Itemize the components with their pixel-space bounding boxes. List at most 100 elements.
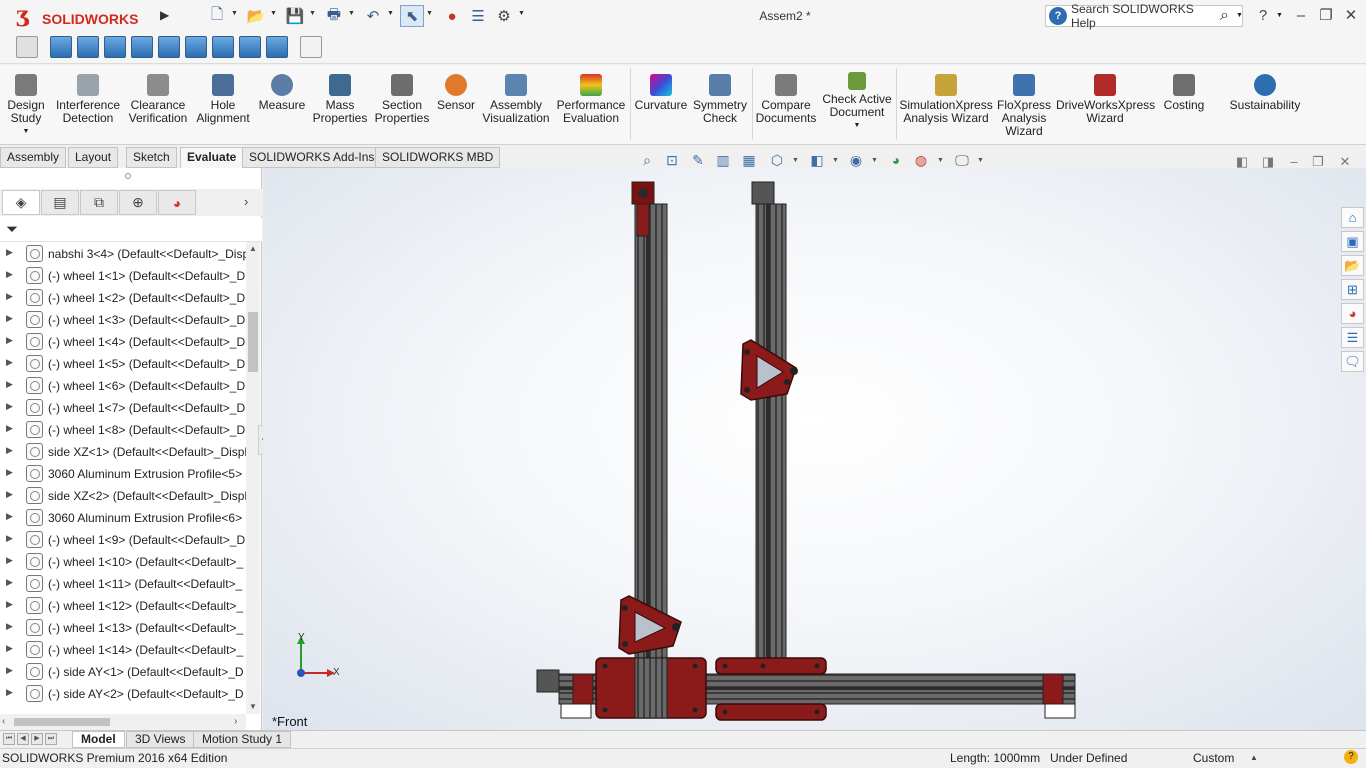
chevron-down-icon[interactable]: ▼ bbox=[1236, 12, 1243, 19]
tree-item[interactable]: ▶ (-) side AY<1> (Default<<Default>_D bbox=[0, 661, 246, 683]
sustainability-button[interactable]: Sustainability bbox=[1226, 72, 1304, 112]
costing-button[interactable]: Costing bbox=[1158, 72, 1210, 112]
tree-item[interactable]: ▶ (-) wheel 1<13> (Default<<Default>_ bbox=[0, 617, 246, 639]
close-icon[interactable]: ✕ bbox=[1340, 5, 1362, 27]
chevron-down-icon[interactable]: ▼ bbox=[348, 10, 356, 22]
isometric-view-icon[interactable] bbox=[212, 36, 234, 58]
chevron-down-icon[interactable]: ▼ bbox=[2, 125, 50, 138]
undo-icon[interactable]: ↶ bbox=[361, 5, 385, 27]
file-properties-icon[interactable]: ☰ bbox=[466, 5, 490, 27]
tree-item[interactable]: ▶ (-) wheel 1<5> (Default<<Default>_D bbox=[0, 353, 246, 375]
new-document-icon[interactable]: 🗋 bbox=[205, 5, 229, 27]
expand-arrow-icon[interactable]: ▶ bbox=[6, 269, 13, 280]
minimize-icon[interactable]: – bbox=[1290, 5, 1312, 27]
expand-arrow-icon[interactable]: ▶ bbox=[6, 489, 13, 500]
tree-item[interactable]: ▶ (-) wheel 1<2> (Default<<Default>_D bbox=[0, 287, 246, 309]
hole-alignment-button[interactable]: Hole Alignment bbox=[194, 72, 252, 125]
chevron-down-icon[interactable]: ▼ bbox=[871, 157, 878, 164]
tree-item[interactable]: ▶ (-) wheel 1<11> (Default<<Default>_ bbox=[0, 573, 246, 595]
back-view-icon[interactable] bbox=[77, 36, 99, 58]
tree-item[interactable]: ▶ (-) wheel 1<3> (Default<<Default>_D bbox=[0, 309, 246, 331]
last-tab-icon[interactable]: ⏭ bbox=[45, 733, 57, 745]
tab-evaluate[interactable]: Evaluate bbox=[180, 147, 244, 168]
expand-arrow-icon[interactable]: ▶ bbox=[6, 643, 13, 654]
tab-solidworks-mbd[interactable]: SOLIDWORKS MBD bbox=[375, 147, 501, 168]
expand-arrow-icon[interactable]: ▶ bbox=[6, 313, 13, 324]
tree-item[interactable]: ▶ (-) wheel 1<8> (Default<<Default>_D bbox=[0, 419, 246, 441]
panel-splitter-handle[interactable] bbox=[125, 173, 131, 179]
scroll-down-icon[interactable]: ▼ bbox=[249, 702, 257, 711]
chevron-down-icon[interactable]: ▼ bbox=[270, 10, 278, 22]
tree-item[interactable]: ▶ nabshi 3<4> (Default<<Default>_Disp bbox=[0, 243, 246, 265]
right-view-icon[interactable] bbox=[131, 36, 153, 58]
top-view-icon[interactable] bbox=[158, 36, 180, 58]
triad-view-icon[interactable] bbox=[16, 36, 38, 58]
tree-item[interactable]: ▶ (-) wheel 1<9> (Default<<Default>_D bbox=[0, 529, 246, 551]
sensor-button[interactable]: Sensor bbox=[434, 72, 478, 112]
bottom-view-icon[interactable] bbox=[185, 36, 207, 58]
open-folder-icon[interactable]: 📂 bbox=[244, 5, 268, 27]
help-search-box[interactable]: ? Search SOLIDWORKS Help ⌕ bbox=[1045, 2, 1243, 30]
tree-item[interactable]: ▶ (-) wheel 1<14> (Default<<Default>_ bbox=[0, 639, 246, 661]
scroll-thumb[interactable] bbox=[14, 718, 110, 726]
tab-3d-views[interactable]: 3D Views bbox=[126, 731, 195, 748]
expand-arrow-icon[interactable]: ▶ bbox=[6, 401, 13, 412]
chevron-down-icon[interactable]: ▼ bbox=[231, 10, 239, 22]
tree-item[interactable]: ▶ (-) wheel 1<12> (Default<<Default>_ bbox=[0, 595, 246, 617]
tab-model[interactable]: Model bbox=[72, 731, 125, 748]
tooltip-help-icon[interactable]: ? bbox=[1344, 750, 1358, 764]
chevron-down-icon[interactable]: ▼ bbox=[387, 10, 395, 22]
scroll-up-icon[interactable]: ▲ bbox=[249, 244, 257, 253]
menu-expand-arrow-icon[interactable]: ▶ bbox=[160, 8, 169, 22]
tab-layout[interactable]: Layout bbox=[68, 147, 119, 168]
assembly-visualization-button[interactable]: Assembly Visualization bbox=[481, 72, 551, 125]
options-gear-icon[interactable]: ⚙ bbox=[492, 5, 516, 27]
measure-button[interactable]: Measure bbox=[256, 72, 308, 112]
expand-arrow-icon[interactable]: ▶ bbox=[6, 357, 13, 368]
expand-arrow-icon[interactable]: ▶ bbox=[6, 577, 13, 588]
tree-item[interactable]: ▶ (-) side AY<2> (Default<<Default>_D bbox=[0, 683, 246, 705]
left-view-icon[interactable] bbox=[104, 36, 126, 58]
tab-assembly[interactable]: Assembly bbox=[0, 147, 67, 168]
expand-arrow-icon[interactable]: ▶ bbox=[6, 511, 13, 522]
expand-arrow-icon[interactable]: ▶ bbox=[6, 599, 13, 610]
configuration-manager-tab-icon[interactable]: ⧉ bbox=[80, 190, 118, 215]
previous-tab-icon[interactable]: ◀ bbox=[17, 733, 29, 745]
tree-item[interactable]: ▶ (-) wheel 1<1> (Default<<Default>_D bbox=[0, 265, 246, 287]
rebuild-traffic-light-icon[interactable]: ● bbox=[440, 5, 464, 27]
driveworksxpress-button[interactable]: DriveWorksXpress Wizard bbox=[1056, 72, 1155, 125]
expand-arrow-icon[interactable]: ▶ bbox=[6, 335, 13, 346]
expand-arrow-icon[interactable]: ▶ bbox=[6, 687, 13, 698]
select-cursor-icon[interactable]: ⬉ bbox=[400, 5, 424, 27]
compare-documents-button[interactable]: Compare Documents bbox=[754, 72, 818, 125]
tab-sketch[interactable]: Sketch bbox=[126, 147, 177, 168]
chevron-down-icon[interactable]: ▼ bbox=[937, 157, 944, 164]
tree-item[interactable]: ▶ 3060 Aluminum Extrusion Profile<6> bbox=[0, 507, 246, 529]
expand-arrow-icon[interactable]: ▶ bbox=[6, 533, 13, 544]
first-tab-icon[interactable]: ⏮ bbox=[3, 733, 15, 745]
scroll-right-icon[interactable]: › bbox=[234, 716, 237, 727]
tree-item[interactable]: ▶ 3060 Aluminum Extrusion Profile<5> bbox=[0, 463, 246, 485]
chevron-down-icon[interactable]: ▼ bbox=[518, 10, 526, 22]
chevron-down-icon[interactable]: ▼ bbox=[426, 10, 434, 22]
expand-arrow-icon[interactable]: ▶ bbox=[6, 423, 13, 434]
tab-motion-study-1[interactable]: Motion Study 1 bbox=[193, 731, 292, 748]
tree-horizontal-scrollbar[interactable]: ‹ › bbox=[0, 714, 246, 730]
chevron-up-icon[interactable]: ▲ bbox=[1250, 753, 1258, 762]
expand-arrow-icon[interactable]: ▶ bbox=[6, 445, 13, 456]
help-search-input[interactable]: Search SOLIDWORKS Help bbox=[1071, 2, 1220, 30]
expand-arrow-icon[interactable]: ▶ bbox=[6, 291, 13, 302]
feature-manager-tab-icon[interactable]: ◈ bbox=[2, 190, 40, 215]
tree-item[interactable]: ▶ (-) wheel 1<10> (Default<<Default>_ bbox=[0, 551, 246, 573]
tree-item[interactable]: ▶ (-) wheel 1<7> (Default<<Default>_D bbox=[0, 397, 246, 419]
tree-item[interactable]: ▶ side XZ<1> (Default<<Default>_Displ bbox=[0, 441, 246, 463]
tree-item[interactable]: ▶ (-) wheel 1<4> (Default<<Default>_D bbox=[0, 331, 246, 353]
dimxpert-manager-tab-icon[interactable]: ⊕ bbox=[119, 190, 157, 215]
chevron-down-icon[interactable]: ▼ bbox=[792, 157, 799, 164]
expand-arrow-icon[interactable]: ▶ bbox=[6, 379, 13, 390]
print-icon[interactable]: 🖶 bbox=[322, 5, 346, 27]
expand-arrow-icon[interactable]: ▶ bbox=[6, 247, 13, 258]
expand-arrow-icon[interactable]: ▶ bbox=[6, 665, 13, 676]
mass-properties-button[interactable]: Mass Properties bbox=[312, 72, 368, 125]
trimetric-view-icon[interactable] bbox=[239, 36, 261, 58]
